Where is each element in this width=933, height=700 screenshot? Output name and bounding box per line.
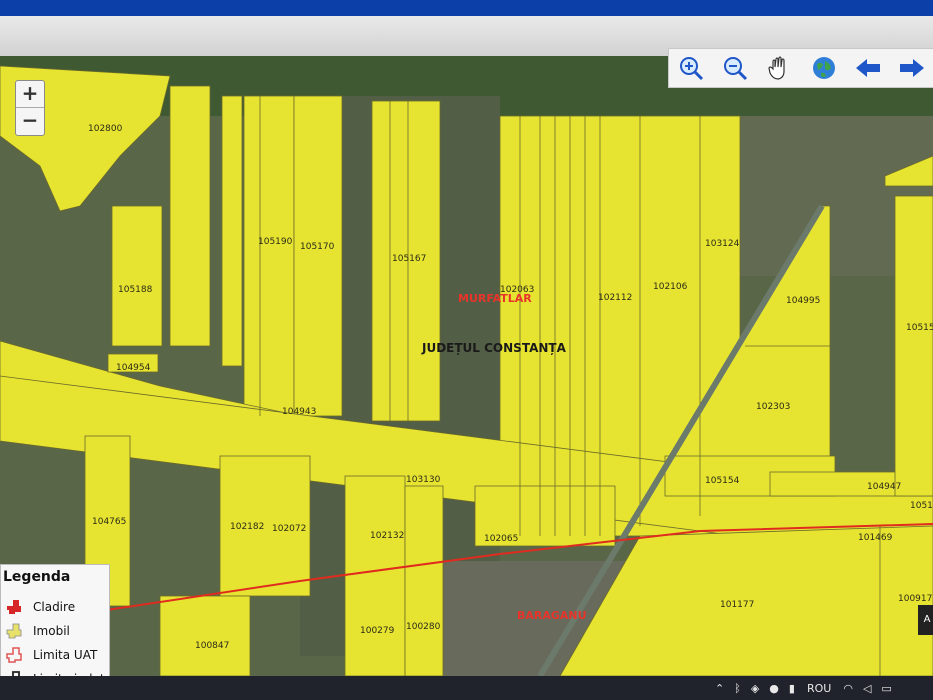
system-tray: ⌃ ᛒ ◈ ● ▮ ROU ◠ ◁ ▭ (715, 676, 892, 700)
zoom-out-tool[interactable] (720, 53, 750, 83)
zoom-out-icon (724, 57, 748, 81)
parcel-label-102065: 102065 (484, 534, 518, 544)
county-label: JUDEȚUL CONSTANȚA (421, 341, 567, 355)
parcel-shape-strip-a[interactable] (169, 85, 211, 347)
legend-item-limita-uat: Limita UAT (5, 645, 97, 665)
parcel-label-104954: 104954 (116, 363, 151, 373)
volume-icon[interactable]: ◁ (863, 682, 871, 695)
pan-tool[interactable] (764, 53, 794, 83)
parcel-label-104995: 104995 (786, 296, 820, 306)
parcel-label-105170: 105170 (300, 242, 335, 252)
cadastral-map[interactable]: 102800 105190 105170 105167 105188 10495… (0, 56, 933, 676)
parcel-shape-100280[interactable] (404, 485, 444, 676)
parcel-shape-100847[interactable] (159, 595, 251, 676)
meeting-icon[interactable]: ▮ (789, 682, 795, 695)
parcel-shape-105170[interactable] (293, 95, 343, 417)
parcel-label-10511: 10511 (910, 501, 933, 511)
parcel-label-102106: 102106 (653, 282, 688, 292)
parcel-label-102182: 102182 (230, 522, 264, 532)
zoom-control: + − (15, 80, 45, 136)
parcel-shape-102132[interactable] (344, 475, 406, 676)
parcel-label-102303: 102303 (756, 402, 790, 412)
bluetooth-icon[interactable]: ᛒ (734, 682, 741, 695)
parcel-label-100280: 100280 (406, 622, 441, 632)
parcel-label-102800: 102800 (88, 124, 123, 134)
battery-icon[interactable]: ▭ (881, 682, 891, 695)
parcel-label-104947: 104947 (867, 482, 901, 492)
parcel-label-100279: 100279 (360, 626, 395, 636)
back-arrow-icon (855, 59, 880, 77)
globe-tool[interactable] (809, 53, 839, 83)
zoom-plus-button[interactable]: + (16, 81, 44, 107)
shield-icon[interactable]: ◈ (751, 682, 759, 695)
legend-title: Legenda (3, 569, 71, 585)
parcel-label-100847: 100847 (195, 641, 229, 651)
parcel-label-100917: 100917 (898, 594, 932, 604)
zoom-in-tool[interactable] (676, 53, 706, 83)
parcel-shape-105188[interactable] (111, 205, 163, 347)
place-label-baraganu: BARAGANU (517, 609, 587, 622)
property-symbol-icon (6, 623, 22, 639)
parcel-label-105154: 105154 (705, 476, 740, 486)
parcel-label-102132: 102132 (370, 531, 404, 541)
parcel-shape-strip-b[interactable] (221, 95, 243, 367)
parcel-label-101469: 101469 (858, 533, 893, 543)
map-toolbar (668, 48, 933, 88)
app-tray-icon[interactable]: ● (769, 682, 779, 695)
chevron-up-icon[interactable]: ⌃ (715, 682, 724, 695)
language-indicator[interactable]: ROU (807, 682, 831, 695)
globe-icon (812, 57, 835, 79)
parcel-label-105188: 105188 (118, 285, 153, 295)
parcel-label-10515: 10515 (906, 323, 933, 333)
uat-boundary-icon (6, 647, 22, 663)
forward-tool[interactable] (897, 53, 927, 83)
map-viewport[interactable]: 102800 105190 105170 105167 105188 10495… (0, 56, 933, 676)
pan-hand-icon (768, 56, 785, 80)
place-label-murfatlar: MURFATLAR (458, 292, 532, 305)
parcel-label-103130: 103130 (406, 475, 441, 485)
screen: 102800 105190 105170 105167 105188 10495… (0, 0, 933, 700)
legend-item-imobil: Imobil (5, 621, 70, 641)
legend-item-cladire: Cladire (5, 597, 75, 617)
browser-top-bar (0, 0, 933, 16)
parcel-label-103124: 103124 (705, 239, 740, 249)
forward-arrow-icon (899, 59, 924, 77)
os-taskbar: ⌃ ᛒ ◈ ● ▮ ROU ◠ ◁ ▭ (0, 676, 933, 700)
legend-label-cladire: Cladire (33, 600, 76, 614)
parcel-label-105167: 105167 (392, 254, 426, 264)
zoom-minus-button[interactable]: − (16, 107, 44, 134)
building-symbol-icon (7, 600, 21, 614)
parcel-label-102112: 102112 (598, 293, 632, 303)
back-tool[interactable] (853, 53, 883, 83)
parcel-label-104943: 104943 (282, 407, 316, 417)
parcel-shape-10515[interactable] (894, 195, 933, 497)
parcel-label-102072: 102072 (272, 524, 306, 534)
parcel-label-101177: 101177 (720, 600, 754, 610)
legend-label-imobil: Imobil (33, 624, 70, 638)
parcel-label-104765: 104765 (92, 517, 126, 527)
zoom-in-icon (680, 57, 704, 81)
parcel-label-105190: 105190 (258, 237, 293, 247)
wifi-icon[interactable]: ◠ (843, 682, 853, 695)
corner-panel-button[interactable]: A (918, 605, 933, 635)
parcel-shape-105190[interactable] (243, 95, 295, 417)
legend-label-limita-uat: Limita UAT (33, 648, 98, 662)
